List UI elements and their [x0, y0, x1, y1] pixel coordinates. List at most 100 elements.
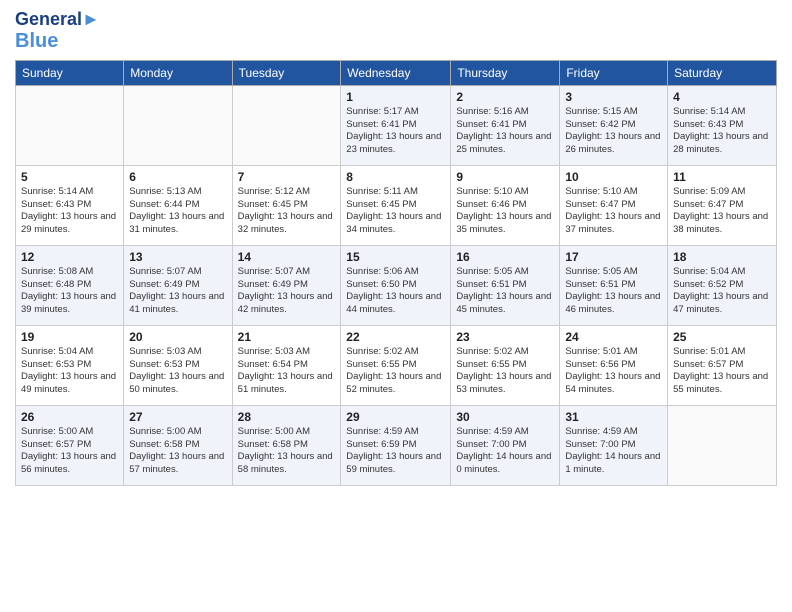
calendar-cell: 7 Sunrise: 5:12 AM Sunset: 6:45 PM Daylig…: [232, 165, 341, 245]
calendar-cell: 30Sunrise: 4:59 AM Sunset: 7:00 PM Dayli…: [451, 405, 560, 485]
day-info: Sunrise: 5:12 AM Sunset: 6:45 PM Dayligh…: [238, 186, 336, 237]
logo-text: General►: [15, 10, 100, 30]
day-info: Sunrise: 5:14 AM Sunset: 6:43 PM Dayligh…: [21, 186, 118, 237]
weekday-header-wednesday: Wednesday: [341, 60, 451, 85]
calendar-cell: 24 Sunrise: 5:01 AM Sunset: 6:56 PM Dayli…: [560, 325, 668, 405]
logo: General► Blue: [15, 10, 100, 52]
weekday-header-thursday: Thursday: [451, 60, 560, 85]
day-info: Sunrise: 5:07 AM Sunset: 6:49 PM Dayligh…: [238, 266, 336, 317]
calendar-cell: 26 Sunrise: 5:00 AM Sunset: 6:57 PM Dayli…: [16, 405, 124, 485]
day-info: Sunrise: 5:00 AM Sunset: 6:58 PM Dayligh…: [238, 426, 336, 477]
week-row-4: 19 Sunrise: 5:04 AM Sunset: 6:53 PM Dayli…: [16, 325, 777, 405]
day-number: 7: [238, 170, 336, 184]
day-info: Sunrise: 5:01 AM Sunset: 6:57 PM Dayligh…: [673, 346, 771, 397]
calendar-cell: 28Sunrise: 5:00 AM Sunset: 6:58 PM Dayli…: [232, 405, 341, 485]
calendar-cell: 13Sunrise: 5:07 AM Sunset: 6:49 PM Dayli…: [124, 245, 232, 325]
header: General► Blue: [15, 10, 777, 52]
calendar-cell: 2 Sunrise: 5:16 AM Sunset: 6:41 PM Daylig…: [451, 85, 560, 165]
calendar-cell: 22 Sunrise: 5:02 AM Sunset: 6:55 PM Dayli…: [341, 325, 451, 405]
day-info: Sunrise: 5:04 AM Sunset: 6:53 PM Dayligh…: [21, 346, 118, 397]
day-number: 27: [129, 410, 226, 424]
day-info: Sunrise: 4:59 AM Sunset: 6:59 PM Dayligh…: [346, 426, 445, 477]
calendar-cell: 15Sunrise: 5:06 AM Sunset: 6:50 PM Dayli…: [341, 245, 451, 325]
calendar-cell: 6 Sunrise: 5:13 AM Sunset: 6:44 PM Daylig…: [124, 165, 232, 245]
calendar-cell: [232, 85, 341, 165]
calendar-cell: [124, 85, 232, 165]
day-info: Sunrise: 5:00 AM Sunset: 6:58 PM Dayligh…: [129, 426, 226, 477]
day-info: Sunrise: 5:13 AM Sunset: 6:44 PM Dayligh…: [129, 186, 226, 237]
calendar-cell: 3Sunrise: 5:15 AM Sunset: 6:42 PM Daylig…: [560, 85, 668, 165]
day-info: Sunrise: 5:10 AM Sunset: 6:46 PM Dayligh…: [456, 186, 554, 237]
day-number: 14: [238, 250, 336, 264]
weekday-header-tuesday: Tuesday: [232, 60, 341, 85]
day-number: 8: [346, 170, 445, 184]
day-number: 5: [21, 170, 118, 184]
weekday-header-monday: Monday: [124, 60, 232, 85]
day-info: Sunrise: 5:16 AM Sunset: 6:41 PM Dayligh…: [456, 106, 554, 157]
day-number: 29: [346, 410, 445, 424]
page-container: General► Blue SundayMondayTuesdayWednesd…: [0, 0, 792, 496]
calendar-cell: 20 Sunrise: 5:03 AM Sunset: 6:53 PM Dayli…: [124, 325, 232, 405]
calendar-cell: 29 Sunrise: 4:59 AM Sunset: 6:59 PM Dayli…: [341, 405, 451, 485]
day-number: 18: [673, 250, 771, 264]
day-info: Sunrise: 5:02 AM Sunset: 6:55 PM Dayligh…: [346, 346, 445, 397]
day-info: Sunrise: 5:02 AM Sunset: 6:55 PM Dayligh…: [456, 346, 554, 397]
calendar-cell: 31 Sunrise: 4:59 AM Sunset: 7:00 PM Dayli…: [560, 405, 668, 485]
day-info: Sunrise: 5:01 AM Sunset: 6:56 PM Dayligh…: [565, 346, 662, 397]
calendar-cell: 11Sunrise: 5:09 AM Sunset: 6:47 PM Dayli…: [668, 165, 777, 245]
day-info: Sunrise: 5:10 AM Sunset: 6:47 PM Dayligh…: [565, 186, 662, 237]
day-number: 2: [456, 90, 554, 104]
day-number: 3: [565, 90, 662, 104]
day-info: Sunrise: 5:05 AM Sunset: 6:51 PM Dayligh…: [565, 266, 662, 317]
day-number: 22: [346, 330, 445, 344]
day-number: 6: [129, 170, 226, 184]
day-info: Sunrise: 5:00 AM Sunset: 6:57 PM Dayligh…: [21, 426, 118, 477]
logo-blue: Blue: [15, 30, 100, 52]
calendar-cell: 23 Sunrise: 5:02 AM Sunset: 6:55 PM Dayli…: [451, 325, 560, 405]
weekday-header-sunday: Sunday: [16, 60, 124, 85]
calendar-cell: 19 Sunrise: 5:04 AM Sunset: 6:53 PM Dayli…: [16, 325, 124, 405]
calendar-cell: 9 Sunrise: 5:10 AM Sunset: 6:46 PM Daylig…: [451, 165, 560, 245]
day-number: 9: [456, 170, 554, 184]
weekday-header-row: SundayMondayTuesdayWednesdayThursdayFrid…: [16, 60, 777, 85]
day-number: 17: [565, 250, 662, 264]
calendar-cell: 25 Sunrise: 5:01 AM Sunset: 6:57 PM Dayli…: [668, 325, 777, 405]
day-info: Sunrise: 5:17 AM Sunset: 6:41 PM Dayligh…: [346, 106, 445, 157]
day-number: 1: [346, 90, 445, 104]
week-row-1: 1 Sunrise: 5:17 AM Sunset: 6:41 PM Daylig…: [16, 85, 777, 165]
day-number: 25: [673, 330, 771, 344]
calendar-cell: [16, 85, 124, 165]
calendar-cell: 8Sunrise: 5:11 AM Sunset: 6:45 PM Daylig…: [341, 165, 451, 245]
day-info: Sunrise: 5:07 AM Sunset: 6:49 PM Dayligh…: [129, 266, 226, 317]
day-number: 21: [238, 330, 336, 344]
calendar-cell: 17 Sunrise: 5:05 AM Sunset: 6:51 PM Dayli…: [560, 245, 668, 325]
day-info: Sunrise: 5:05 AM Sunset: 6:51 PM Dayligh…: [456, 266, 554, 317]
calendar-cell: 10 Sunrise: 5:10 AM Sunset: 6:47 PM Dayli…: [560, 165, 668, 245]
day-info: Sunrise: 5:06 AM Sunset: 6:50 PM Dayligh…: [346, 266, 445, 317]
day-number: 16: [456, 250, 554, 264]
calendar-cell: [668, 405, 777, 485]
day-info: Sunrise: 4:59 AM Sunset: 7:00 PM Dayligh…: [565, 426, 662, 477]
day-number: 10: [565, 170, 662, 184]
day-number: 26: [21, 410, 118, 424]
day-number: 31: [565, 410, 662, 424]
calendar-cell: 18Sunrise: 5:04 AM Sunset: 6:52 PM Dayli…: [668, 245, 777, 325]
day-info: Sunrise: 5:14 AM Sunset: 6:43 PM Dayligh…: [673, 106, 771, 157]
weekday-header-friday: Friday: [560, 60, 668, 85]
day-number: 4: [673, 90, 771, 104]
day-number: 24: [565, 330, 662, 344]
day-info: Sunrise: 5:08 AM Sunset: 6:48 PM Dayligh…: [21, 266, 118, 317]
day-number: 19: [21, 330, 118, 344]
day-info: Sunrise: 5:03 AM Sunset: 6:53 PM Dayligh…: [129, 346, 226, 397]
calendar-cell: 12 Sunrise: 5:08 AM Sunset: 6:48 PM Dayli…: [16, 245, 124, 325]
day-number: 20: [129, 330, 226, 344]
week-row-2: 5 Sunrise: 5:14 AM Sunset: 6:43 PM Daylig…: [16, 165, 777, 245]
calendar-cell: 1 Sunrise: 5:17 AM Sunset: 6:41 PM Daylig…: [341, 85, 451, 165]
day-info: Sunrise: 5:03 AM Sunset: 6:54 PM Dayligh…: [238, 346, 336, 397]
day-number: 12: [21, 250, 118, 264]
calendar-cell: 5 Sunrise: 5:14 AM Sunset: 6:43 PM Daylig…: [16, 165, 124, 245]
day-info: Sunrise: 4:59 AM Sunset: 7:00 PM Dayligh…: [456, 426, 554, 477]
day-number: 23: [456, 330, 554, 344]
calendar-cell: 4 Sunrise: 5:14 AM Sunset: 6:43 PM Daylig…: [668, 85, 777, 165]
week-row-3: 12 Sunrise: 5:08 AM Sunset: 6:48 PM Dayli…: [16, 245, 777, 325]
